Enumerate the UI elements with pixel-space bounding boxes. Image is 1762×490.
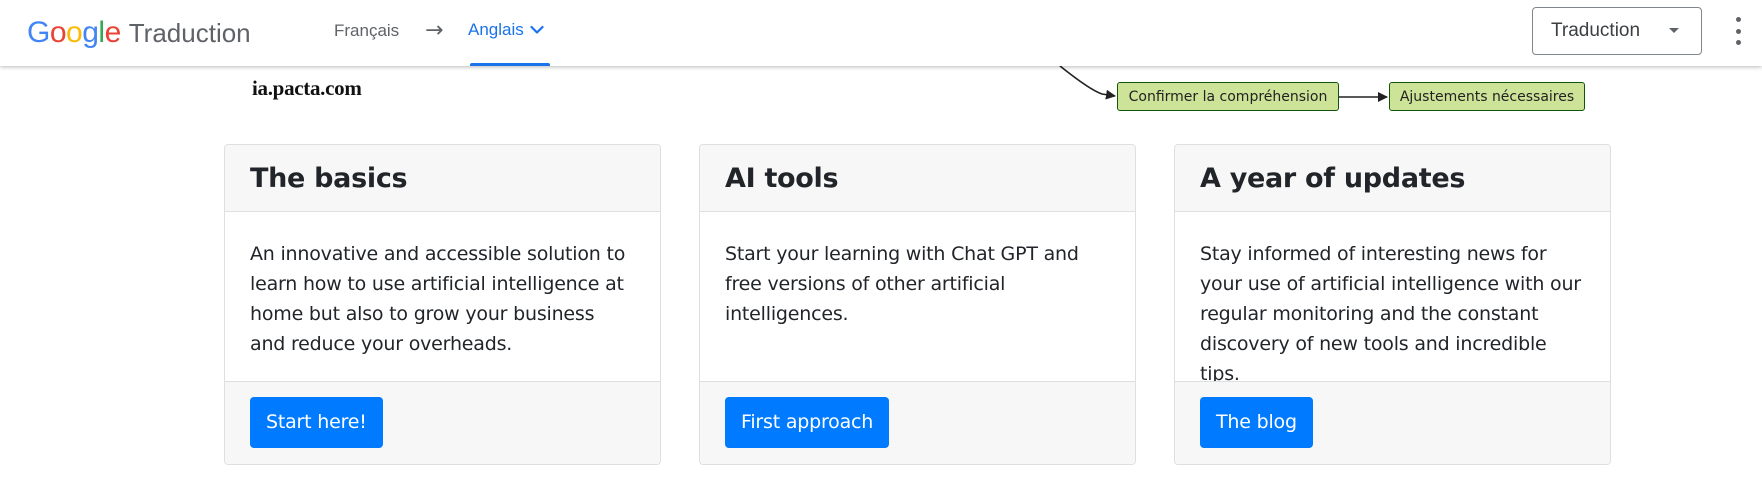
more-options-icon[interactable] [1732,17,1744,45]
target-language-label: Anglais [468,20,524,39]
card-updates: A year of updates Stay informed of inter… [1174,144,1611,465]
translate-toolbar: Google Traduction Français → Anglais Tra… [0,0,1762,66]
dot [1735,28,1741,34]
card-basics: The basics An innovative and accessible … [224,144,661,465]
product-name: Traduction [128,17,251,48]
card-body: Start your learning with Chat GPT and fr… [725,243,1079,325]
flow-node-confirm: Confirmer la compréhension [1117,82,1339,111]
flow-node-adjust: Ajustements nécessaires [1389,82,1585,111]
card-body: Stay informed of interesting news for yo… [1200,243,1581,385]
view-mode-value: Traduction [1551,20,1641,41]
source-language-tab[interactable]: Français [334,21,399,41]
start-here-button[interactable]: Start here! [250,397,383,448]
target-language-tab[interactable]: Anglais [468,20,544,40]
card-title: A year of updates [1200,162,1466,194]
chevron-down-icon [530,25,544,34]
card-header: AI tools [700,145,1135,212]
dot [1735,17,1741,22]
card-title: The basics [250,162,408,194]
card-header: The basics [225,145,660,212]
flow-edge-incoming [1059,65,1116,100]
card-ai-tools: AI tools Start your learning with Chat G… [699,144,1136,465]
card-footer: Start here! [225,381,660,464]
google-translate-logo[interactable]: Google Traduction [27,14,251,52]
site-brand-logo[interactable]: ia.pacta.com [252,76,362,101]
card-header: A year of updates [1175,145,1610,212]
arrow-right-icon: → [425,18,444,43]
active-tab-indicator [470,63,550,66]
dot [1735,40,1741,45]
caret-down-icon [1669,28,1679,33]
the-blog-button[interactable]: The blog [1200,397,1313,448]
first-approach-button[interactable]: First approach [725,397,890,448]
google-wordmark: Google [27,16,121,49]
card-body: An innovative and accessible solution to… [250,243,626,355]
view-mode-select[interactable]: Traduction [1532,7,1702,55]
card-footer: The blog [1175,381,1610,464]
card-footer: First approach [700,381,1135,464]
card-title: AI tools [725,162,839,194]
